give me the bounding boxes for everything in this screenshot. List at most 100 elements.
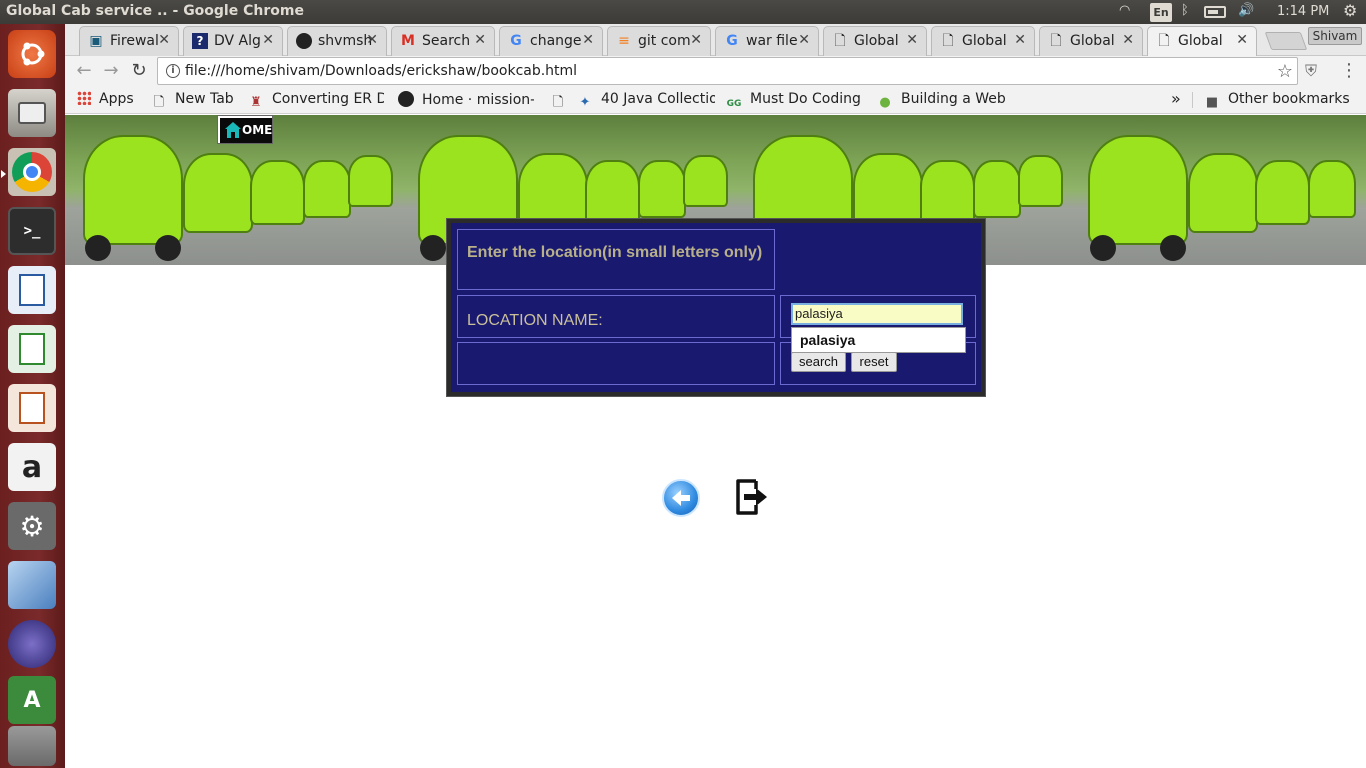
bookmark-new-tab[interactable]: 🗋 New Tab [151,91,239,111]
files-icon[interactable] [8,89,56,137]
home-icon [225,122,241,138]
address-bar[interactable]: i file:///home/shivam/Downloads/ericksha… [157,57,1298,85]
forward-arrow-icon[interactable]: → [100,60,122,82]
back-arrow-icon[interactable]: ← [73,60,95,82]
logout-icon[interactable] [734,477,770,517]
other-bookmarks[interactable]: ■ Other bookmarks [1204,91,1350,111]
question-icon: ? [192,33,208,49]
writer-icon[interactable] [8,266,56,314]
terminal-icon[interactable]: >_ [8,207,56,255]
leaf-icon: ● [879,95,891,110]
bookmark-java-collections[interactable]: ✦ 40 Java Collectio [577,91,715,111]
tab-label: Global [854,33,899,49]
apps-grid-icon [77,91,91,105]
google-icon: G [726,33,738,49]
browser-toolbar: ← → ↻ i file:///home/shivam/Downloads/er… [65,56,1366,86]
bookmarks-bar: Apps 🗋 New Tab ♜ Converting ER D Home · mi… [65,86,1366,114]
browser-tab[interactable]: 🗋 Global ✕ [1039,26,1143,56]
browser-tab[interactable]: ▣ Firewal ✕ [79,26,179,56]
gmail-icon: M [401,33,415,49]
amazon-icon[interactable]: a [8,443,56,491]
wifi-icon[interactable]: ◠ [1119,3,1130,21]
browser-tab[interactable]: M Search ✕ [391,26,495,56]
tab-label: Global [1070,33,1115,49]
ubuntu-top-panel: Global Cab service .. - Google Chrome ◠ … [0,0,1366,24]
erickshaw-photo [1070,115,1366,265]
keyboard-layout-indicator[interactable]: En [1150,3,1172,22]
bookmark-converting-er[interactable]: ♜ Converting ER D [248,91,384,111]
search-button[interactable]: search [791,352,846,372]
browser-tab[interactable]: G change ✕ [499,26,603,56]
chrome-icon[interactable] [8,148,56,196]
volume-icon[interactable]: 🔊 [1238,3,1254,21]
software-updater-icon[interactable]: A [8,676,56,724]
profile-button[interactable]: Shivam [1308,27,1362,45]
browser-tab[interactable]: 🗋 Global ✕ [931,26,1035,56]
bookmark-blank[interactable]: 🗋 [550,91,570,111]
bookmark-label: Converting ER D [272,91,384,107]
system-gear-icon[interactable]: ⚙ [1343,1,1357,20]
bookmark-home-mission[interactable]: Home · mission- [398,91,534,108]
browser-tab[interactable]: ? DV Alg ✕ [183,26,283,56]
tab-strip: ▣ Firewal ✕ ? DV Alg ✕ shvmsh ✕ M Search… [65,24,1366,56]
battery-icon[interactable] [1204,6,1226,18]
trash-icon[interactable] [8,726,56,766]
bookmark-label: Apps [99,91,134,107]
eclipse-icon[interactable] [8,620,56,668]
page-icon: 🗋 [1050,33,1062,49]
close-icon[interactable]: ✕ [366,32,378,48]
kebab-menu-icon[interactable]: ⋮ [1340,60,1358,81]
close-icon[interactable]: ✕ [1122,32,1134,48]
close-icon[interactable]: ✕ [906,32,918,48]
geeksforgeeks-icon: GG [726,99,742,109]
bookmark-label: Building a Web [901,91,1006,107]
clock[interactable]: 1:14 PM [1277,4,1329,22]
close-icon[interactable]: ✕ [690,32,702,48]
browser-tab[interactable]: G war file ✕ [715,26,819,56]
url-text[interactable]: file:///home/shivam/Downloads/erickshaw/… [185,63,577,79]
bookmark-building-a-web[interactable]: ● Building a Web [877,91,1017,111]
location-search-form: Enter the location(in small letters only… [447,219,985,396]
calc-icon[interactable] [8,325,56,373]
back-arrow-icon[interactable] [662,479,700,517]
browser-tab[interactable]: shvmsh ✕ [287,26,387,56]
close-icon[interactable]: ✕ [1236,32,1248,48]
system-settings-icon[interactable]: ⚙ [8,502,56,550]
bookmark-label: 40 Java Collectio [601,91,715,107]
browser-tab-active[interactable]: 🗋 Global ✕ [1147,26,1257,56]
close-icon[interactable]: ✕ [474,32,486,48]
page-icon: 🗋 [552,95,564,110]
tab-label: Firewal [110,33,159,49]
github-icon [398,91,414,107]
page-icon: 🗋 [153,95,165,110]
reset-button[interactable]: reset [851,352,897,372]
new-tab-button[interactable] [1264,32,1308,50]
ubuntu-dash-icon[interactable] [8,30,56,78]
autocomplete-suggestion[interactable]: palasiya [791,327,966,353]
impress-icon[interactable] [8,384,56,432]
tab-label: git com [638,33,691,49]
close-icon[interactable]: ✕ [1014,32,1026,48]
stackoverflow-icon: ≡ [618,33,630,49]
bluetooth-icon[interactable]: ᛒ [1181,3,1189,21]
home-link[interactable]: OME [217,115,273,144]
close-icon[interactable]: ✕ [582,32,594,48]
tab-label: Global [962,33,1007,49]
shield-extension-icon[interactable]: ⛨ [1305,61,1323,81]
bookmark-apps[interactable]: Apps [77,91,134,107]
browser-tab[interactable]: ≡ git com ✕ [607,26,711,56]
close-icon[interactable]: ✕ [158,32,170,48]
google-icon: G [510,33,522,49]
browser-tab[interactable]: 🗋 Global ✕ [823,26,927,56]
close-icon[interactable]: ✕ [262,32,274,48]
close-icon[interactable]: ✕ [798,32,810,48]
location-input[interactable]: palasiya [791,303,963,325]
info-icon[interactable]: i [166,64,180,78]
bookmark-star-icon[interactable]: ☆ [1277,61,1293,82]
tab-label: Global [1178,33,1223,49]
bookmarks-overflow-chevron[interactable]: » [1171,89,1181,108]
tab-label: Search [422,33,471,49]
bookmark-must-do-coding[interactable]: GG Must Do Coding [726,91,866,112]
reload-icon[interactable]: ↻ [128,60,150,82]
software-box-icon[interactable] [8,561,56,609]
